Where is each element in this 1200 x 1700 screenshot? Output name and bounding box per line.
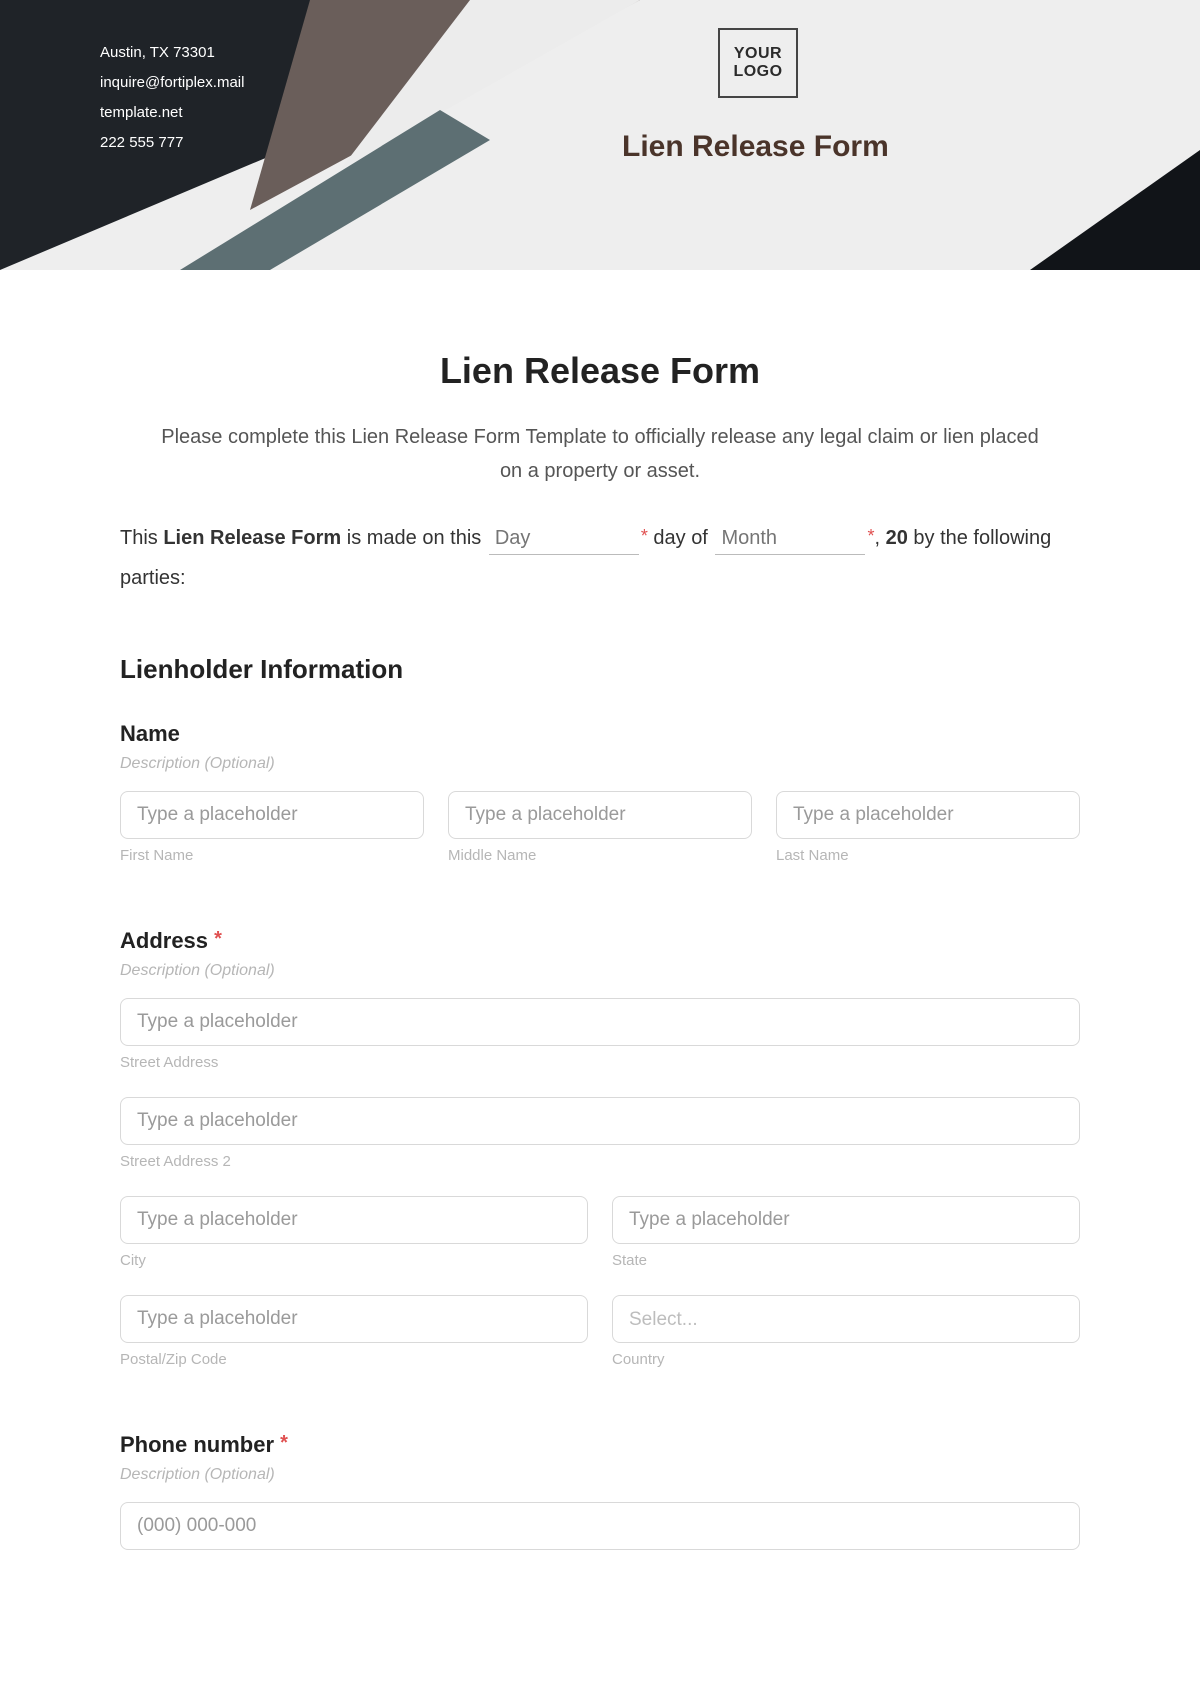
form-description: Please complete this Lien Release Form T… — [160, 420, 1040, 488]
address-optional: Description (Optional) — [120, 962, 1080, 980]
street2-sublabel: Street Address 2 — [120, 1153, 1080, 1170]
city-sublabel: City — [120, 1252, 588, 1269]
last-name-sublabel: Last Name — [776, 847, 1080, 864]
address-group: Address * Description (Optional) Street … — [120, 928, 1080, 1388]
name-group: Name Description (Optional) First Name M… — [120, 721, 1080, 884]
sentence-part: , — [874, 527, 885, 549]
city-input[interactable] — [120, 1196, 588, 1244]
middle-name-input[interactable] — [448, 791, 752, 839]
contact-website: template.net — [100, 98, 244, 128]
state-sublabel: State — [612, 1252, 1080, 1269]
logo-text-2: LOGO — [733, 63, 782, 81]
last-name-input[interactable] — [776, 791, 1080, 839]
street1-input[interactable] — [120, 998, 1080, 1046]
contact-email: inquire@fortiplex.mail — [100, 68, 244, 98]
required-star: * — [641, 526, 648, 546]
phone-group: Phone number * Description (Optional) — [120, 1432, 1080, 1550]
address-label-text: Address — [120, 928, 208, 953]
contact-address: Austin, TX 73301 — [100, 38, 244, 68]
logo-placeholder: YOUR LOGO — [718, 28, 798, 98]
country-sublabel: Country — [612, 1351, 1080, 1368]
sentence-bold: Lien Release Form — [163, 527, 341, 549]
name-optional: Description (Optional) — [120, 755, 1080, 773]
phone-input[interactable] — [120, 1502, 1080, 1550]
sentence-part: This — [120, 527, 163, 549]
middle-name-sublabel: Middle Name — [448, 847, 752, 864]
required-star: * — [214, 928, 222, 950]
sentence-part: is made on this — [341, 527, 487, 549]
first-name-input[interactable] — [120, 791, 424, 839]
phone-optional: Description (Optional) — [120, 1466, 1080, 1484]
postal-sublabel: Postal/Zip Code — [120, 1351, 588, 1368]
document-header: Austin, TX 73301 inquire@fortiplex.mail … — [0, 0, 1200, 270]
month-input[interactable] — [715, 525, 865, 555]
intro-sentence: This Lien Release Form is made on this *… — [120, 518, 1080, 598]
logo-text-1: YOUR — [733, 45, 782, 63]
lienholder-heading: Lienholder Information — [120, 654, 1080, 685]
form-body: Lien Release Form Please complete this L… — [0, 270, 1200, 1634]
contact-phone: 222 555 777 — [100, 128, 244, 158]
day-input[interactable] — [489, 525, 639, 555]
postal-input[interactable] — [120, 1295, 588, 1343]
header-contact: Austin, TX 73301 inquire@fortiplex.mail … — [100, 38, 244, 158]
name-label: Name — [120, 721, 1080, 747]
street1-sublabel: Street Address — [120, 1054, 1080, 1071]
phone-label-text: Phone number — [120, 1432, 274, 1457]
country-select[interactable]: Select... — [612, 1295, 1080, 1343]
header-title: Lien Release Form — [622, 130, 889, 164]
first-name-sublabel: First Name — [120, 847, 424, 864]
street2-input[interactable] — [120, 1097, 1080, 1145]
sentence-part: day of — [648, 527, 714, 549]
address-label: Address * — [120, 928, 1080, 954]
state-input[interactable] — [612, 1196, 1080, 1244]
form-title: Lien Release Form — [120, 350, 1080, 392]
phone-label: Phone number * — [120, 1432, 1080, 1458]
required-star: * — [280, 1432, 288, 1454]
year-prefix: 20 — [886, 527, 908, 549]
